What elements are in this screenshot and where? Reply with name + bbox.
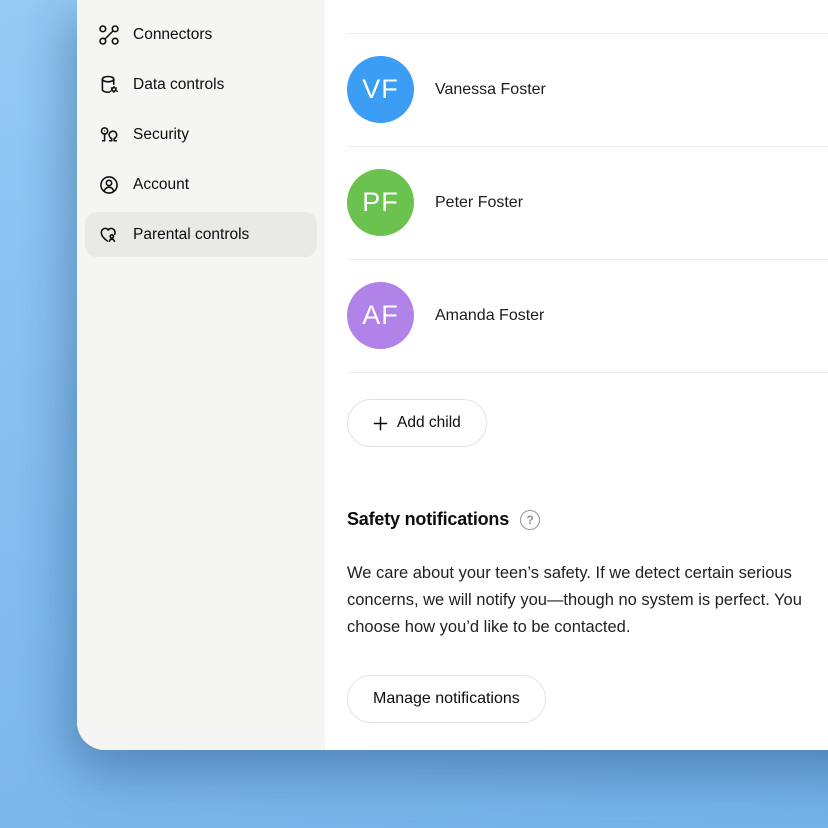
sidebar-item-label: Data controls (133, 76, 224, 94)
parental-controls-content: VF Vanessa Foster PF Peter Foster AF Ama… (325, 0, 828, 750)
safety-notifications-heading: Safety notifications ? (347, 509, 828, 530)
sidebar-item-label: Account (133, 176, 189, 194)
safety-description: We care about your teen’s safety. If we … (347, 560, 828, 641)
avatar: VF (347, 56, 414, 123)
sidebar-item-connectors[interactable]: Connectors (85, 12, 317, 57)
safety-description-line: concerns, we will notify you—though no s… (347, 587, 828, 614)
parental-controls-icon (98, 224, 120, 246)
connectors-icon (98, 24, 120, 46)
person-name: Vanessa Foster (435, 81, 546, 99)
child-row-vanessa[interactable]: VF Vanessa Foster (347, 34, 828, 146)
person-name: Amanda Foster (435, 307, 544, 325)
manage-notifications-button[interactable]: Manage notifications (347, 675, 546, 723)
sidebar-item-label: Parental controls (133, 226, 249, 244)
manage-notifications-label: Manage notifications (373, 690, 520, 708)
sidebar-item-security[interactable]: Security (85, 112, 317, 157)
help-icon[interactable]: ? (520, 510, 540, 530)
account-icon (98, 174, 120, 196)
sidebar-item-parental-controls[interactable]: Parental controls (85, 212, 317, 257)
avatar: PF (347, 169, 414, 236)
safety-description-line: choose how you’d like to be contacted. (347, 614, 828, 641)
add-child-button[interactable]: Add child (347, 399, 487, 447)
person-name: Peter Foster (435, 194, 523, 212)
sidebar-item-label: Connectors (133, 26, 212, 44)
security-keys-icon (98, 124, 120, 146)
child-row-amanda[interactable]: AF Amanda Foster (347, 260, 828, 372)
settings-sidebar: Connectors Data controls (77, 0, 325, 750)
data-controls-icon (98, 74, 120, 96)
divider (347, 372, 828, 373)
section-title: Safety notifications (347, 509, 509, 530)
plus-icon (373, 416, 388, 431)
sidebar-item-account[interactable]: Account (85, 162, 317, 207)
add-child-label: Add child (397, 414, 461, 432)
child-row-peter[interactable]: PF Peter Foster (347, 147, 828, 259)
sidebar-item-data-controls[interactable]: Data controls (85, 62, 317, 107)
settings-panel: Connectors Data controls (77, 0, 828, 750)
sidebar-item-label: Security (133, 126, 189, 144)
avatar: AF (347, 282, 414, 349)
safety-description-line: We care about your teen’s safety. If we … (347, 560, 828, 587)
